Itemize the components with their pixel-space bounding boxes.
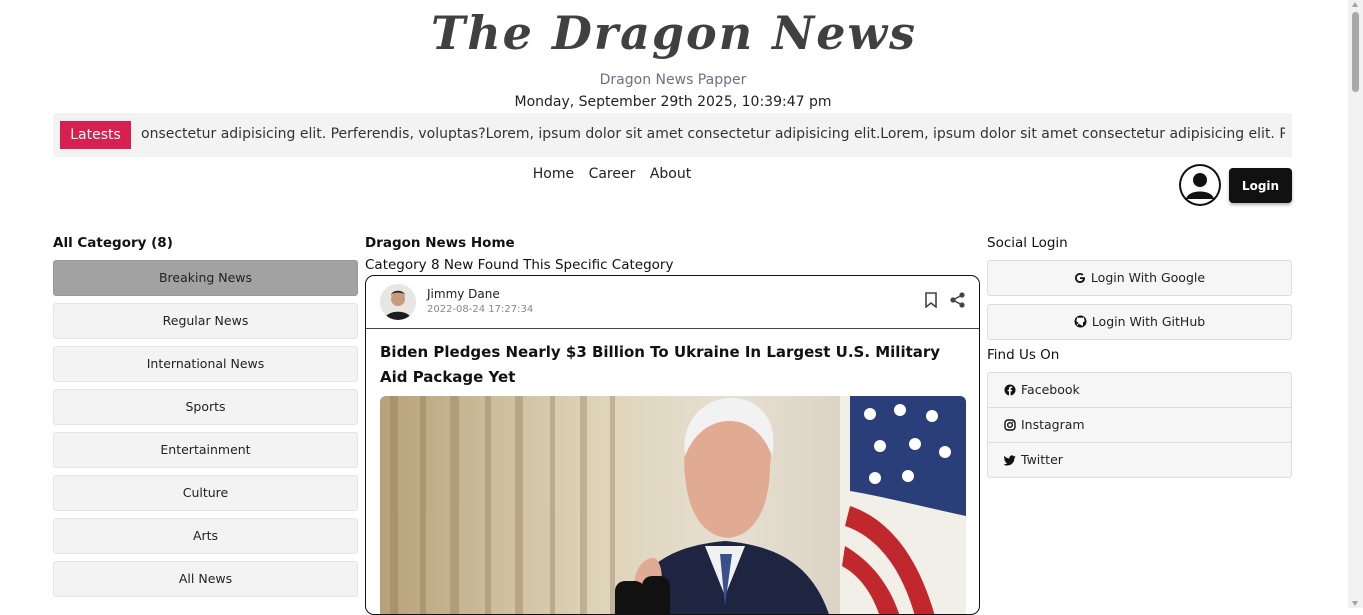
instagram-link[interactable]: Instagram: [988, 408, 1291, 443]
publish-date: 2022-08-24 17:27:34: [427, 304, 534, 315]
author-avatar: [380, 284, 416, 320]
category-all-news[interactable]: All News: [53, 561, 358, 597]
nav-career-link[interactable]: Career: [589, 166, 636, 182]
author-name: Jimmy Dane: [427, 287, 500, 301]
login-github-label: Login With GitHub: [1091, 314, 1206, 329]
category-entertainment[interactable]: Entertainment: [53, 432, 358, 468]
twitter-label: Twitter: [1021, 452, 1063, 467]
login-github-button[interactable]: Login With GitHub: [987, 304, 1292, 340]
nav-home-link[interactable]: Home: [533, 166, 574, 182]
facebook-label: Facebook: [1021, 382, 1080, 397]
twitter-link[interactable]: Twitter: [988, 443, 1291, 477]
category-breaking-news[interactable]: Breaking News: [53, 260, 358, 296]
latest-news-ticker: Latests onsectetur adipisicing elit. Per…: [53, 113, 1292, 157]
main-nav: Home Career About: [0, 166, 1224, 182]
current-datetime: Monday, September 29th 2025, 10:39:47 pm: [514, 94, 832, 110]
facebook-icon: [1004, 384, 1016, 396]
login-button[interactable]: Login: [1229, 168, 1292, 203]
news-card-header: Jimmy Dane 2022-08-24 17:27:34: [366, 276, 979, 329]
news-title[interactable]: Biden Pledges Nearly $3 Billion To Ukrai…: [380, 340, 950, 390]
instagram-label: Instagram: [1021, 417, 1085, 432]
latest-badge[interactable]: Latests: [60, 121, 131, 149]
news-card: Jimmy Dane 2022-08-24 17:27:34 Biden Ple…: [365, 275, 980, 615]
twitter-icon: [1003, 455, 1016, 466]
site-logo: The Dragon News: [430, 6, 917, 60]
ticker-text[interactable]: onsectetur adipisicing elit. Perferendis…: [141, 126, 1285, 142]
category-sidebar: All Category (8) Breaking News Regular N…: [53, 234, 358, 604]
scrollbar-thumb[interactable]: [1352, 12, 1359, 92]
instagram-icon: [1004, 419, 1016, 431]
category-culture[interactable]: Culture: [53, 475, 358, 511]
category-sports[interactable]: Sports: [53, 389, 358, 425]
login-google-button[interactable]: Login With Google: [987, 260, 1292, 296]
find-us-title: Find Us On: [987, 347, 1060, 363]
github-icon: [1074, 315, 1087, 328]
main-content: Dragon News Home Category 8 New Found Th…: [365, 234, 980, 615]
main-subheading: Category 8 New Found This Specific Categ…: [365, 257, 674, 273]
page-scrollbar[interactable]: [1348, 0, 1363, 608]
share-icon[interactable]: [950, 292, 966, 310]
main-heading: Dragon News Home: [365, 235, 515, 251]
find-us-list: Facebook Instagram Twitter: [987, 372, 1292, 478]
site-tagline: Dragon News Papper: [599, 72, 747, 88]
nav-about-link[interactable]: About: [650, 166, 691, 182]
category-international-news[interactable]: International News: [53, 346, 358, 382]
user-avatar-icon[interactable]: [1179, 164, 1221, 206]
category-title: All Category (8): [53, 235, 173, 251]
bookmark-icon[interactable]: [924, 292, 940, 310]
login-google-label: Login With Google: [1090, 270, 1206, 285]
google-icon: [1074, 273, 1085, 283]
category-regular-news[interactable]: Regular News: [53, 303, 358, 339]
category-arts[interactable]: Arts: [53, 518, 358, 554]
scroll-up-arrow-icon[interactable]: [1352, 2, 1358, 7]
scroll-down-arrow-icon[interactable]: [1352, 601, 1358, 606]
social-login-title: Social Login: [987, 235, 1068, 251]
right-sidebar: Social Login Login With Google Login Wit…: [987, 234, 1292, 478]
facebook-link[interactable]: Facebook: [988, 373, 1291, 408]
news-image[interactable]: [380, 396, 966, 614]
